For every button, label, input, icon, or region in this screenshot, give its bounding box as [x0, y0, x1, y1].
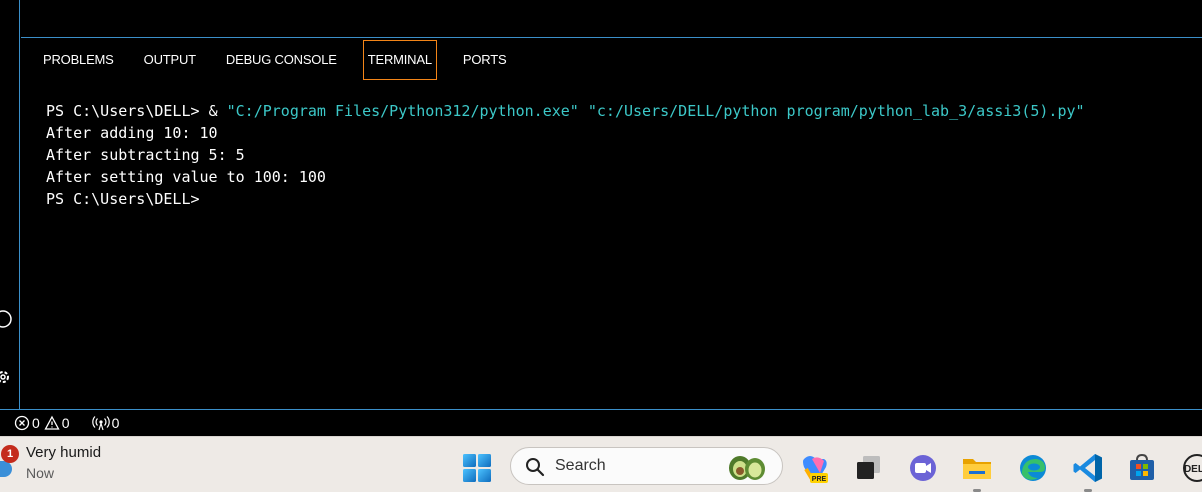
- terminal-final-prompt: PS C:\Users\DELL>: [46, 190, 200, 208]
- broadcast-icon: [91, 416, 110, 431]
- vscode-icon: [1073, 454, 1102, 482]
- panel-tabs: PROBLEMS OUTPUT DEBUG CONSOLE TERMINAL P…: [21, 39, 532, 81]
- weather-widget[interactable]: 1 Very humid Now: [0, 443, 101, 483]
- search-label: Search: [555, 457, 606, 474]
- call-operator: &: [208, 102, 227, 120]
- terminal-output[interactable]: PS C:\Users\DELL> & "C:/Program Files/Py…: [46, 100, 1085, 210]
- error-count: 0: [32, 415, 40, 431]
- gear-icon[interactable]: [0, 368, 12, 386]
- file-explorer-icon: [963, 459, 991, 479]
- terminal-prompt: PS C:\Users\DELL>: [46, 102, 209, 120]
- taskbar: 1 Very humid Now Search PRE DEL: [0, 436, 1202, 492]
- tab-ports[interactable]: PORTS: [459, 40, 511, 80]
- tab-terminal[interactable]: TERMINAL: [362, 40, 437, 80]
- svg-text:DELL: DELL: [1184, 464, 1202, 475]
- tab-problems[interactable]: PROBLEMS: [39, 40, 118, 80]
- file-explorer-button[interactable]: [960, 451, 994, 492]
- windows-start-icon[interactable]: [462, 453, 492, 483]
- editor-area: [21, 0, 1202, 38]
- copilot-icon[interactable]: PRE: [798, 451, 832, 485]
- account-icon[interactable]: [0, 310, 12, 328]
- notification-badge: 1: [1, 445, 19, 463]
- ports-status[interactable]: 0: [91, 415, 124, 431]
- error-icon: [14, 415, 30, 431]
- task-view-icon[interactable]: [852, 451, 886, 485]
- svg-text:PRE: PRE: [812, 476, 827, 483]
- status-bar: 0 0 0: [0, 409, 1202, 436]
- store-icon[interactable]: [1125, 451, 1159, 485]
- dell-icon[interactable]: DELL: [1180, 451, 1202, 485]
- edge-icon[interactable]: [1016, 451, 1050, 485]
- vscode-button[interactable]: [1071, 451, 1105, 492]
- search-icon: [526, 458, 545, 477]
- problems-status[interactable]: 0 0: [14, 415, 74, 431]
- weather-subtitle: Now: [26, 465, 55, 481]
- command-exe-path: "C:/Program Files/Python312/python.exe": [226, 102, 579, 120]
- terminal-command-line: PS C:\Users\DELL> & "C:/Program Files/Py…: [46, 100, 1085, 122]
- ports-count: 0: [111, 415, 120, 431]
- terminal-output-line: After setting value to 100: 100: [46, 168, 326, 186]
- terminal-output-line: After adding 10: 10: [46, 124, 218, 142]
- tab-debug-console[interactable]: DEBUG CONSOLE: [222, 40, 341, 80]
- terminal-output-line: After subtracting 5: 5: [46, 146, 245, 164]
- command-script-path: "c:/Users/DELL/python program/python_lab…: [587, 102, 1085, 120]
- tab-output[interactable]: OUTPUT: [140, 40, 200, 80]
- warning-icon: [44, 415, 60, 430]
- teams-icon[interactable]: [906, 451, 940, 485]
- taskbar-search[interactable]: Search: [510, 447, 783, 485]
- weather-icon: [0, 461, 12, 477]
- warning-count: 0: [61, 415, 70, 431]
- bottom-panel: PROBLEMS OUTPUT DEBUG CONSOLE TERMINAL P…: [21, 39, 1202, 409]
- activity-bar: [0, 0, 20, 409]
- avocado-icon: [729, 456, 765, 480]
- weather-title: Very humid: [26, 444, 102, 461]
